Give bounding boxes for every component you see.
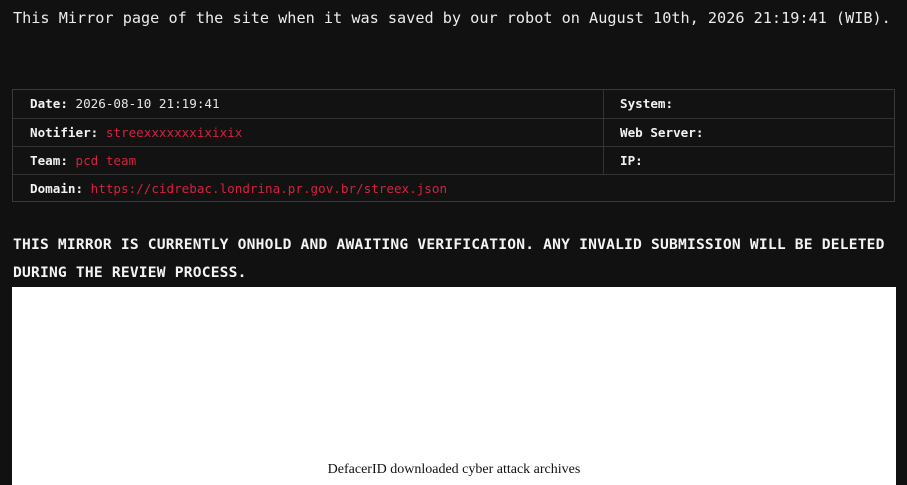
mirror-frame[interactable]: DefacerID downloaded cyber attack archiv… (12, 287, 896, 485)
notifier-cell: Notifier: streexxxxxxxixixix (13, 119, 604, 146)
mirror-intro-text: This Mirror page of the site when it was… (13, 9, 891, 27)
ip-label: IP: (620, 153, 643, 168)
notifier-label: Notifier: (30, 125, 99, 140)
system-cell: System: (604, 90, 894, 118)
notifier-link[interactable]: streexxxxxxxixixix (106, 125, 242, 140)
date-label: Date: (30, 96, 68, 111)
info-row-domain: Domain: https://cidrebac.londrina.pr.gov… (13, 174, 894, 201)
info-row-team: Team: pcd team IP: (13, 146, 894, 174)
webserver-label: Web Server: (620, 125, 704, 140)
mirror-info-table: Date: 2026-08-10 21:19:41 System: Notifi… (12, 89, 895, 202)
info-row-notifier: Notifier: streexxxxxxxixixix Web Server: (13, 118, 894, 146)
team-cell: Team: pcd team (13, 147, 604, 174)
date-value: 2026-08-10 21:19:41 (75, 96, 220, 111)
webserver-cell: Web Server: (604, 119, 894, 146)
ip-cell: IP: (604, 147, 894, 174)
team-link[interactable]: pcd team (76, 153, 137, 168)
mirror-frame-caption: DefacerID downloaded cyber attack archiv… (327, 462, 581, 477)
onhold-notice: THIS MIRROR IS CURRENTLY ONHOLD AND AWAI… (13, 236, 885, 281)
domain-cell: Domain: https://cidrebac.londrina.pr.gov… (13, 175, 894, 201)
system-label: System: (620, 96, 674, 111)
team-label: Team: (30, 153, 68, 168)
info-row-date: Date: 2026-08-10 21:19:41 System: (13, 90, 894, 118)
date-cell: Date: 2026-08-10 21:19:41 (13, 90, 604, 118)
domain-link[interactable]: https://cidrebac.londrina.pr.gov.br/stre… (91, 181, 447, 196)
domain-label: Domain: (30, 181, 84, 196)
